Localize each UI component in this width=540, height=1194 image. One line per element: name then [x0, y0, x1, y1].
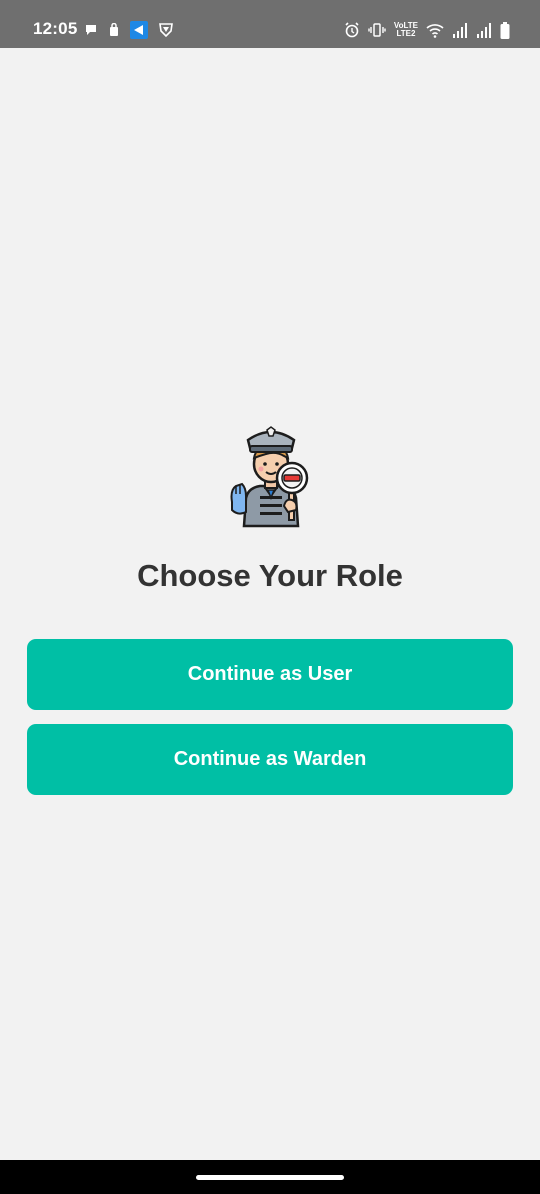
vibrate-icon: [368, 23, 386, 37]
role-selection-screen: Choose Your Role Continue as User Contin…: [0, 48, 540, 1160]
alarm-icon: [345, 22, 359, 38]
navigation-bar: [0, 1160, 540, 1194]
signal-1-icon: [453, 22, 467, 38]
continue-as-user-button[interactable]: Continue as User: [27, 639, 513, 710]
status-left-icons: [84, 20, 174, 40]
battery-icon: [500, 21, 510, 39]
vpn-shield-icon: [159, 23, 173, 38]
status-time: 12:05: [33, 19, 78, 38]
sim-icon: [110, 23, 118, 36]
page-title: Choose Your Role: [137, 558, 403, 593]
chat-icon: [86, 25, 96, 35]
volte-line-2: LTE2: [396, 29, 416, 38]
status-right-icons: VoLTE LTE2: [344, 19, 510, 41]
wifi-icon: [426, 23, 444, 38]
volte-icon: VoLTE LTE2: [394, 22, 418, 38]
messenger-app-icon: [130, 21, 148, 39]
signal-2-icon: [477, 22, 491, 38]
status-bar: 12:05 VoLTE LTE2: [0, 0, 540, 48]
home-gesture-bar[interactable]: [196, 1175, 344, 1180]
continue-as-warden-button[interactable]: Continue as Warden: [27, 724, 513, 795]
traffic-warden-icon: [230, 426, 309, 528]
